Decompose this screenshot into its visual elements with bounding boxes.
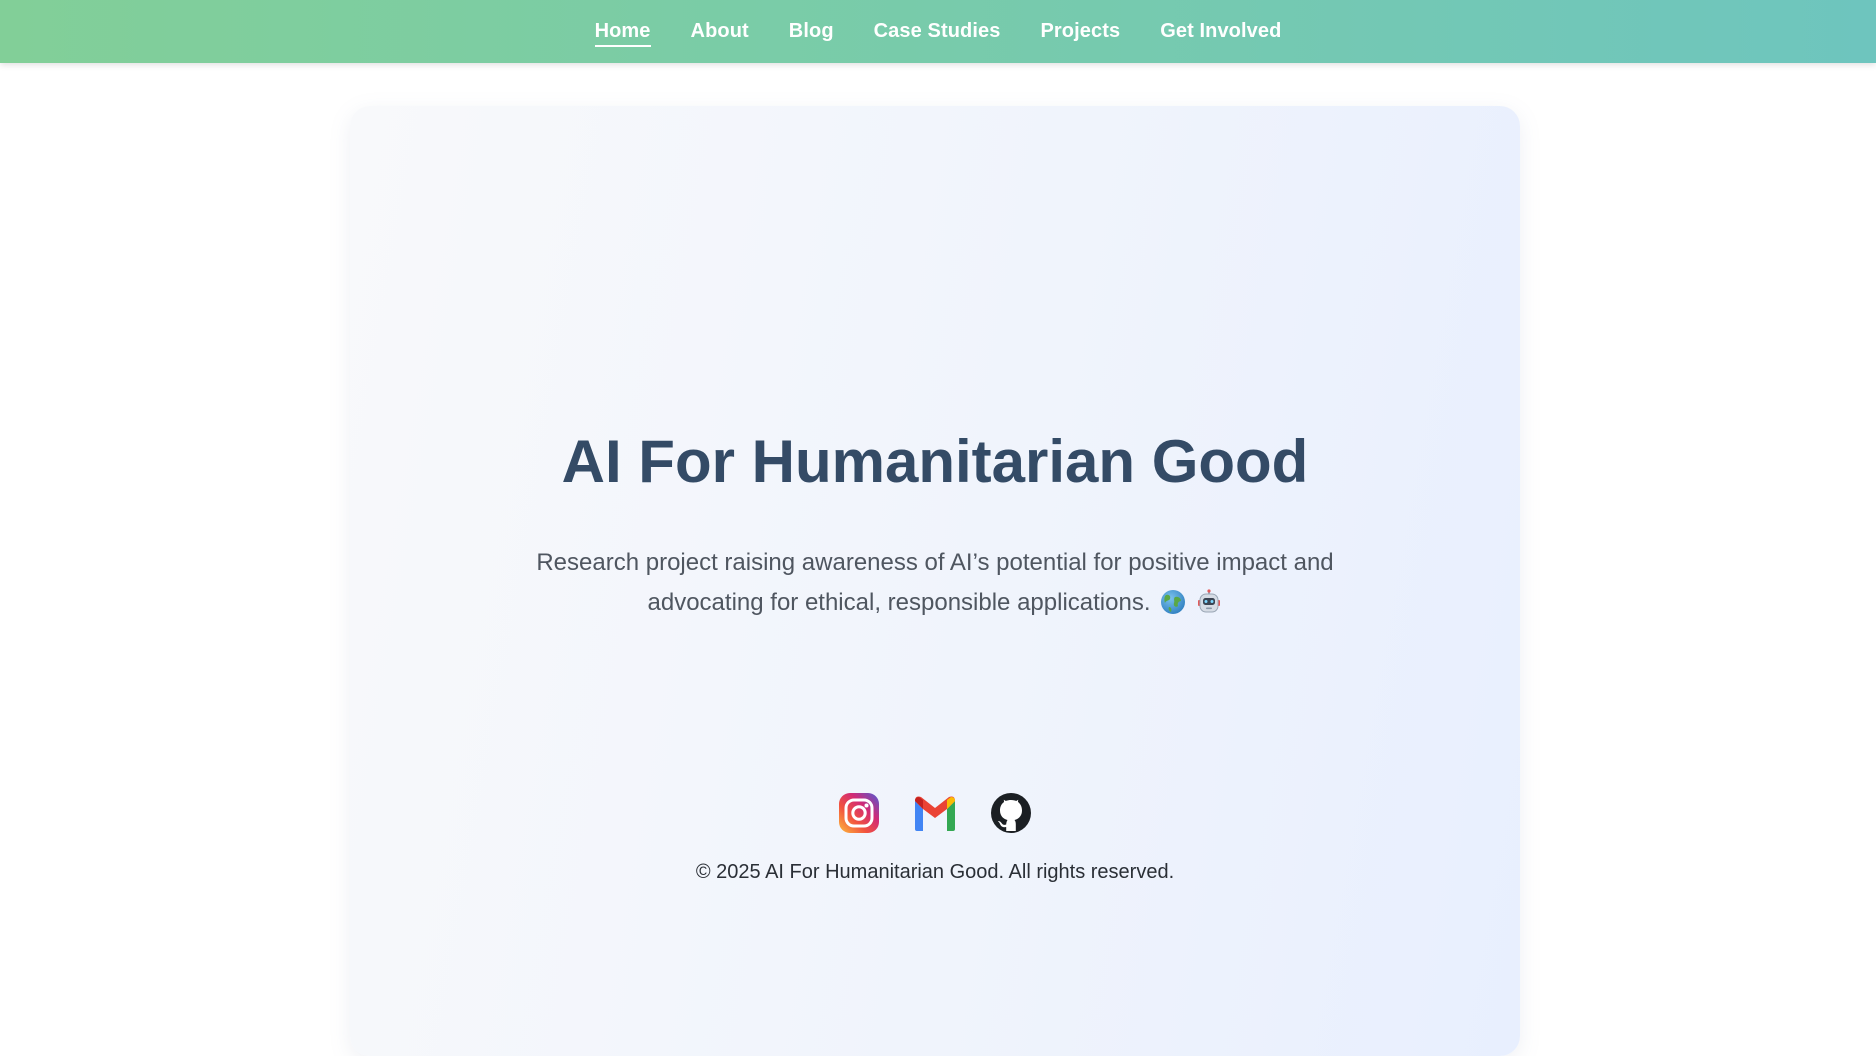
top-navbar: Home About Blog Case Studies Projects Ge…	[0, 0, 1876, 63]
nav-get-involved-link[interactable]: Get Involved	[1160, 16, 1281, 47]
copyright-text: © 2025 AI For Humanitarian Good. All rig…	[695, 861, 1175, 883]
nav-projects-link[interactable]: Projects	[1040, 16, 1120, 47]
instagram-link[interactable]	[835, 789, 883, 837]
github-link[interactable]	[987, 789, 1035, 837]
nav-blog-link[interactable]: Blog	[789, 16, 834, 47]
instagram-icon	[839, 793, 879, 833]
gmail-icon	[915, 796, 955, 831]
github-icon	[991, 793, 1031, 833]
social-links	[350, 789, 1520, 837]
nav-home-link[interactable]: Home	[594, 16, 651, 47]
globe-icon	[1161, 590, 1186, 614]
hero-card: AI For Humanitarian Good Research projec…	[350, 106, 1520, 1056]
hero-title: AI For Humanitarian Good	[561, 428, 1309, 495]
gmail-link[interactable]	[911, 789, 959, 837]
nav-case-studies-link[interactable]: Case Studies	[874, 16, 1001, 47]
hero-description: Research project raising awareness of AI…	[500, 543, 1370, 623]
robot-icon	[1198, 589, 1221, 613]
nav-about-link[interactable]: About	[691, 16, 749, 47]
